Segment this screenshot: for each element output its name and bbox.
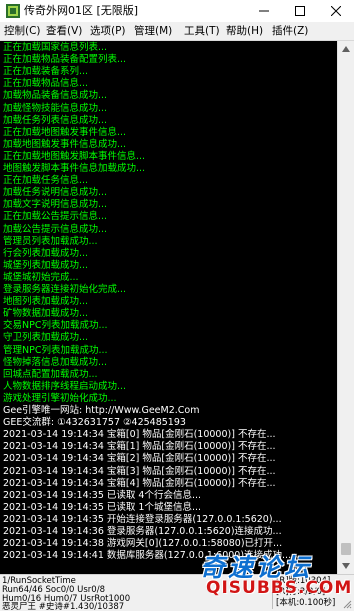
menu-bar: 控制(C) 查看(V) 选项(P) 管理(M) 工具(T) 帮助(H) 插件(Z… [0, 22, 354, 41]
menu-plugins[interactable]: 插件(Z) [272, 24, 308, 38]
log-line: 加载怪物技能信息成功... [3, 102, 108, 114]
resize-grip-icon[interactable] [342, 599, 352, 609]
log-line: 2021-03-14 19:14:35 已读取 4个行会信息... [3, 489, 202, 501]
log-console[interactable]: 正在加载国家信息列表... 正在加载物品装备配置列表... 正在加载装备系列... 正… [0, 41, 337, 574]
menu-view[interactable]: 查看(V) [46, 24, 82, 38]
arrow-up-icon [342, 46, 350, 52]
log-line: 2021-03-14 19:14:36 登录服务器(127.0.0.1:5620… [3, 526, 282, 537]
scroll-up-button[interactable] [338, 41, 354, 57]
log-line: 加载地图触发事件信息成功... [3, 138, 127, 150]
window-title: 传奇外网01区 [无限版] [24, 4, 139, 17]
status-running: [R]行:2/2/0] [276, 587, 326, 597]
log-line: 加载任务列表信息成功... [3, 114, 108, 126]
menu-help[interactable]: 帮助(H) [226, 24, 263, 38]
log-line: 正在加载物品信息... [3, 78, 89, 90]
minimize-icon [259, 10, 269, 12]
log-line: 怪物掉落信息加载成功... [3, 356, 108, 368]
log-line: 地图列表加载成功... [3, 296, 89, 308]
log-line: 2021-03-14 19:14:38 游戏网关[0](127.0.0.1:58… [3, 538, 283, 550]
log-line: 2021-03-14 19:14:34 宝箱[4] 物品[金刚石(10000)]… [3, 477, 276, 489]
close-button[interactable] [318, 0, 354, 22]
log-line: 2021-03-14 19:14:41 数据库服务器(127.0.0.1:600… [3, 550, 292, 562]
vertical-scrollbar[interactable] [337, 41, 354, 574]
menu-options[interactable]: 选项(P) [90, 24, 126, 38]
scroll-down-button[interactable] [338, 558, 354, 574]
status-boss-info: 恶灵尸王 #史诗#1.430/10387 [2, 602, 125, 612]
log-line: 2021-03-14 19:14:34 宝箱[1] 物品[金刚石(10000)]… [3, 441, 276, 453]
log-line: 守卫列表加载成功... [3, 332, 89, 344]
log-line: 正在加载任务信息... [3, 175, 89, 187]
log-line: 人物数据排序线程启动成功... [3, 380, 127, 392]
menu-manage[interactable]: 管理(M) [134, 24, 172, 38]
log-line: 回城点配置加载成功... [3, 368, 98, 380]
app-icon [6, 4, 20, 18]
minimize-button[interactable] [246, 0, 282, 22]
log-line: 加载任务说明信息成功... [3, 187, 108, 199]
log-line: 2021-03-14 19:14:34 宝箱[3] 物品[金刚石(10000)]… [3, 465, 276, 477]
log-line: 2021-03-14 19:14:34 宝箱[2] 物品[金刚石(10000)]… [3, 453, 276, 465]
maximize-icon [295, 6, 305, 16]
log-line: GEE交流群: ①432631757 ②425485193 [3, 417, 186, 429]
log-line: 行会列表加载成功... [3, 247, 89, 259]
log-line: 2021-03-14 19:14:34 宝箱[0] 物品[金刚石(10000)]… [3, 429, 276, 441]
status-bar: 1/RunSocketTime Run64/46 Soc0/0 Usr0/8 H… [0, 574, 354, 612]
log-line: 正在加载物品装备配置列表... [3, 54, 127, 66]
scrollbar-thumb[interactable] [341, 543, 351, 555]
log-line: 2021-03-14 19:14:35 开始连接登录服务器(127.0.0.1:… [3, 513, 282, 525]
log-line: 管理NPC列表加载成功... [3, 344, 108, 356]
log-line: 游戏处理引擎初始化成功... [3, 392, 117, 404]
log-line: 加载物品装备信息成功... [3, 90, 108, 102]
log-line: 正在加载公告提示信息... [3, 211, 108, 223]
log-line: 矿物数据加载成功... [3, 308, 89, 320]
log-line: 交易NPC列表加载成功... [3, 320, 108, 332]
log-line: 2021-03-14 19:14:35 已读取 1个城堡信息... [3, 501, 202, 513]
log-line: 加载文字说明信息成功... [3, 199, 108, 211]
title-bar[interactable]: 传奇外网01区 [无限版] [0, 0, 354, 23]
maximize-button[interactable] [282, 0, 318, 22]
log-line: 正在加载国家信息列表... [3, 42, 108, 53]
status-version: [R]版:10304] [276, 576, 331, 586]
log-line: Gee引擎唯一网站: http://Www.GeeM2.Com [3, 405, 200, 416]
menu-control[interactable]: 控制(C) [4, 24, 41, 38]
log-line: 正在加载地图触发事件信息... [3, 126, 127, 138]
log-line: 加载公告提示信息成功... [3, 223, 108, 235]
menu-tools[interactable]: 工具(T) [184, 24, 220, 38]
log-line: 正在加载地图触发脚本事件信息... [3, 150, 146, 162]
log-line: 登录服务器连接初始化完成... [3, 284, 127, 295]
log-line: 正在加载装备系列... [3, 66, 89, 78]
log-line: 城堡列表加载成功... [3, 259, 89, 271]
close-icon [331, 6, 341, 16]
status-divider [272, 577, 273, 609]
log-line: 地图触发脚本事件信息加载成功... [3, 163, 146, 174]
status-local-time: [本机:0.100秒] [276, 598, 336, 608]
log-line: 管理员列表加载成功... [3, 235, 98, 247]
log-line: 城堡城初始完成... [3, 271, 79, 283]
arrow-down-icon [342, 563, 350, 569]
